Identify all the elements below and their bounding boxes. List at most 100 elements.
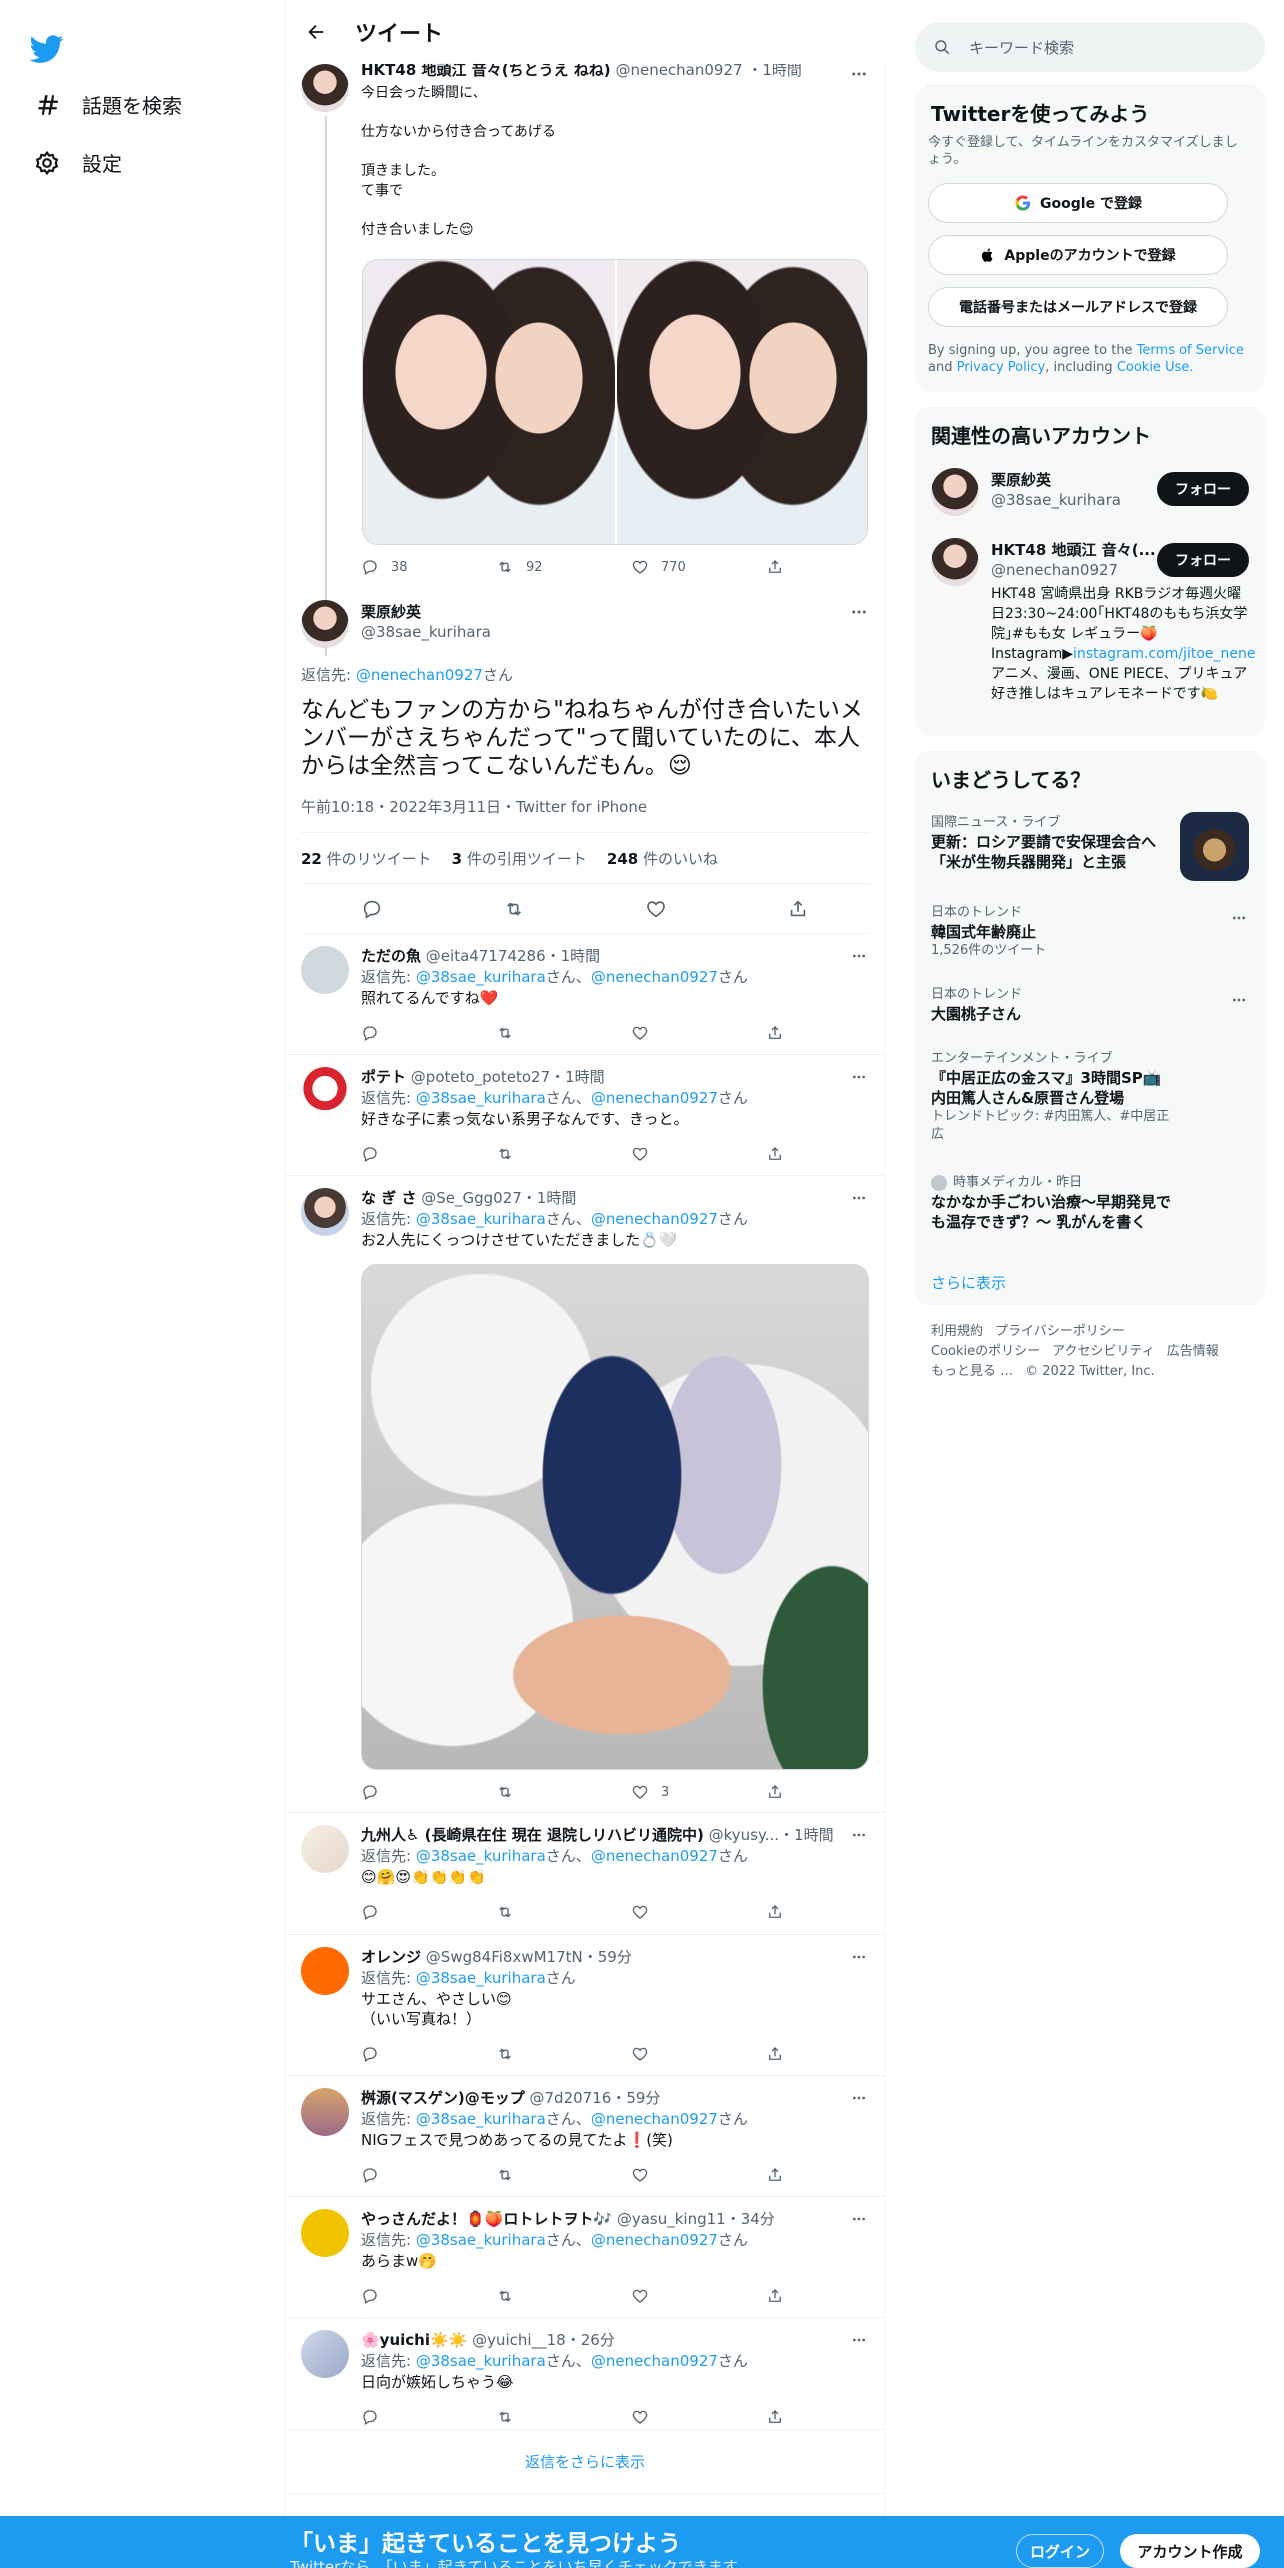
footer-link[interactable]: Cookieのポリシー (931, 1344, 1040, 1359)
more-icon[interactable] (849, 1188, 869, 1208)
more-icon[interactable] (849, 2330, 869, 2350)
author-handle[interactable]: @Se_Ggg027 (421, 1189, 522, 1207)
login-button[interactable]: ログイン (1016, 2534, 1104, 2568)
apple-signup-button[interactable]: Appleのアカウントで登録 (928, 235, 1228, 275)
share-icon[interactable] (787, 898, 809, 920)
tweet-time[interactable]: 34分 (741, 2210, 775, 2228)
mention-link[interactable]: @38sae_kurihara (416, 2231, 546, 2249)
retweet-button[interactable] (496, 2287, 596, 2305)
reply-button[interactable] (361, 1903, 461, 1921)
retweet-button[interactable] (496, 1903, 596, 1921)
share-button[interactable] (766, 1903, 786, 1921)
back-arrow-icon[interactable] (299, 15, 333, 49)
tweet-time[interactable]: 26分 (581, 2331, 615, 2349)
phone-email-signup-button[interactable]: 電話番号またはメールアドレスで登録 (928, 287, 1228, 327)
more-icon[interactable] (849, 64, 869, 84)
show-more-trends[interactable]: さらに表示 (931, 1272, 1006, 1293)
share-button[interactable] (766, 1024, 786, 1042)
footer-link[interactable]: もっと見る … (931, 1364, 1013, 1379)
reply-tweet[interactable]: オレンジ @Swg84Fi8xwM17tN・59分 返信先: @38sae_kur… (285, 1935, 885, 2076)
like-button[interactable] (631, 2408, 731, 2426)
retweet-button[interactable] (496, 1024, 596, 1042)
tweet-media[interactable] (362, 259, 868, 545)
mention-link[interactable]: @nenechan0927 (591, 1847, 718, 1865)
privacy-link[interactable]: Privacy Policy (957, 360, 1046, 375)
trend-thumbnail[interactable] (1180, 812, 1249, 881)
search-input[interactable]: キーワード検索 (969, 37, 1074, 58)
mention-link[interactable]: @nenechan0927 (591, 1210, 718, 1228)
reply-button[interactable] (361, 1783, 461, 1801)
trend-item[interactable]: エンターテインメント・ライブ 『中居正広の金スマ』3時間SP📺 内田篤人さん&原… (931, 1050, 1249, 1144)
account-name[interactable]: 栗原紗英 (991, 470, 1121, 490)
mention-link[interactable]: @38sae_kurihara (416, 1089, 546, 1107)
reply-button[interactable]: 38 (361, 558, 461, 576)
like-button[interactable]: 3 (631, 1783, 731, 1801)
tweet-time[interactable]: 1時間 (794, 1826, 834, 1844)
avatar[interactable] (301, 600, 349, 648)
author-handle[interactable]: @yasu_king11 (617, 2210, 726, 2228)
reply-tweet[interactable]: な ぎ さ @Se_Ggg027・1時間 返信先: @38sae_kurihara… (285, 1176, 885, 1813)
author-handle[interactable]: @yuichi__18 (472, 2331, 566, 2349)
author-handle[interactable]: @kyusy... (709, 1826, 779, 1844)
retweets-stat[interactable]: 22 件のリツイート (301, 848, 432, 869)
reply-button[interactable] (361, 2045, 461, 2063)
tweet-time[interactable]: 1時間 (537, 1189, 577, 1207)
footer-link[interactable]: 広告情報 (1167, 1344, 1219, 1359)
retweet-button[interactable] (496, 1783, 596, 1801)
bio-link[interactable]: instagram.com/jitoe_nene (1073, 646, 1255, 662)
tweet-time[interactable]: 1時間 (565, 1068, 605, 1086)
share-button[interactable] (766, 2166, 786, 2184)
share-button[interactable] (766, 2408, 786, 2426)
trend-item[interactable]: 国際ニュース・ライブ 更新：ロシア要請で安保理会合へ 「米が生物兵器開発」と主張 (931, 814, 1161, 872)
more-icon[interactable] (849, 2088, 869, 2108)
author-name[interactable]: 九州人♿ (長崎県在住 現在 退院しリハビリ通院中) (361, 1826, 704, 1844)
avatar[interactable] (301, 1825, 349, 1873)
retweet-button[interactable]: 92 (496, 558, 596, 576)
mention-link[interactable]: @nenechan0927 (591, 1089, 718, 1107)
google-signup-button[interactable]: Google で登録 (928, 183, 1228, 223)
mention-link[interactable]: @nenechan0927 (591, 2352, 718, 2370)
more-icon[interactable] (849, 1825, 869, 1845)
mention-link[interactable]: @38sae_kurihara (416, 1969, 546, 1987)
more-icon[interactable] (849, 602, 869, 622)
like-button[interactable] (631, 1024, 731, 1042)
share-button[interactable] (766, 1783, 786, 1801)
like-button[interactable]: 770 (631, 558, 731, 576)
avatar[interactable] (301, 1947, 349, 1995)
follow-button[interactable]: フォロー (1157, 472, 1249, 506)
like-button[interactable] (631, 2287, 731, 2305)
author-handle[interactable]: @38sae_kurihara (361, 622, 491, 642)
mention-link[interactable]: @nenechan0927 (356, 666, 483, 684)
avatar[interactable] (301, 2209, 349, 2257)
author-name[interactable]: 桝源(マスゲン)@モップ (361, 2089, 525, 2107)
reply-button[interactable] (361, 2408, 461, 2426)
footer-link[interactable]: 利用規約 (931, 1324, 983, 1339)
author-name[interactable]: 🌸yuichi☀️☀️ (361, 2331, 467, 2349)
retweet-button[interactable] (496, 2408, 596, 2426)
retweet-button[interactable] (496, 2166, 596, 2184)
mention-link[interactable]: @38sae_kurihara (416, 2110, 546, 2128)
tweet-time[interactable]: 59分 (598, 1948, 632, 1966)
reply-button[interactable] (361, 1024, 461, 1042)
like-button[interactable] (631, 2045, 731, 2063)
nav-explore[interactable]: 話題を検索 (34, 90, 182, 119)
mention-link[interactable]: @nenechan0927 (591, 2231, 718, 2249)
reply-tweet[interactable]: ただの魚 @eita47174286・1時間 返信先: @38sae_kuriha… (285, 934, 885, 1055)
nav-settings[interactable]: 設定 (34, 148, 122, 177)
share-button[interactable] (766, 1145, 786, 1163)
footer-link[interactable]: プライバシーポリシー (995, 1324, 1125, 1339)
author-name[interactable]: 栗原紗英 (361, 602, 491, 622)
trend-item[interactable]: 日本のトレンド 大園桃子さん (931, 986, 1249, 1024)
more-icon[interactable] (1229, 990, 1249, 1010)
avatar[interactable] (301, 64, 349, 112)
author-name[interactable]: ただの魚 (361, 947, 421, 965)
mention-link[interactable]: @38sae_kurihara (416, 968, 546, 986)
like-button[interactable] (631, 2166, 731, 2184)
photo-right[interactable] (617, 260, 867, 544)
parent-tweet[interactable]: HKT48 地頭江 音々(ちとうえ ねね) @nenechan0927 ・1時間… (285, 61, 885, 656)
reply-button[interactable] (361, 2166, 461, 2184)
avatar[interactable] (301, 2088, 349, 2136)
mention-link[interactable]: @nenechan0927 (591, 2110, 718, 2128)
signup-button[interactable]: アカウント作成 (1120, 2534, 1260, 2568)
likes-stat[interactable]: 248 件のいいね (607, 848, 718, 869)
